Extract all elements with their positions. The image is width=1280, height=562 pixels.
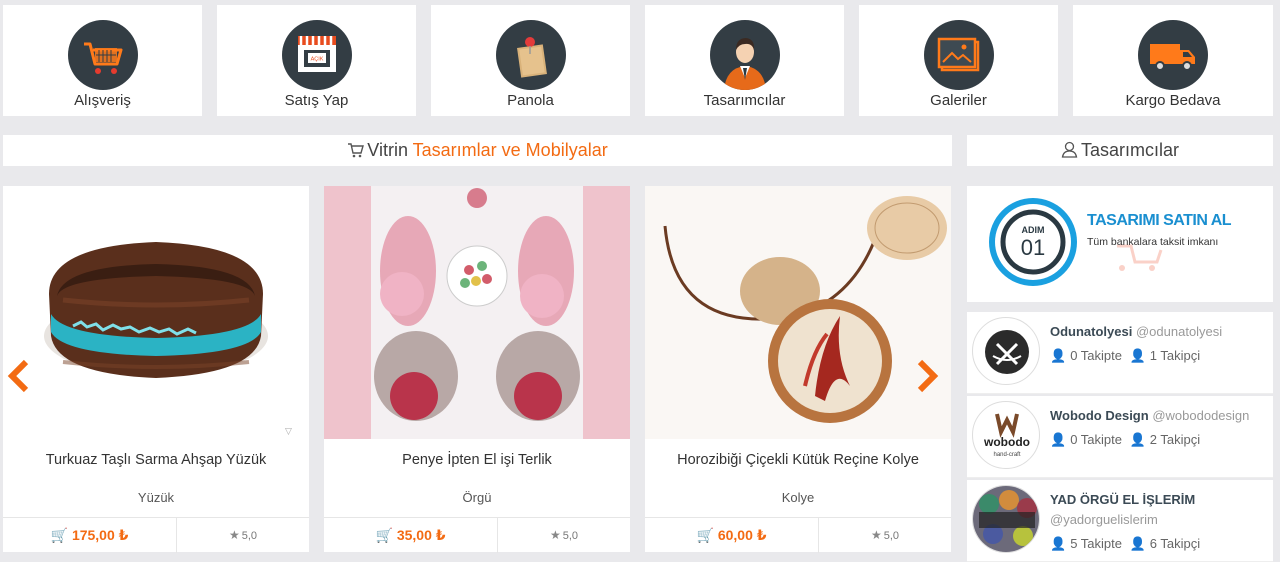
shop-sign-text: AÇIK bbox=[310, 57, 323, 63]
product-category[interactable]: Kolye bbox=[645, 490, 951, 505]
category-tile-kargo-bedava[interactable]: Kargo Bedava bbox=[1073, 5, 1273, 116]
designer-item[interactable]: YAD ÖRGÜ EL İŞLERİM @yadorguelislerim 👤 5… bbox=[967, 480, 1273, 562]
designer-stats: 👤 0 Takipte 👤 2 Takipçi bbox=[1050, 432, 1204, 448]
star-icon: ★ bbox=[228, 528, 240, 542]
price-value: 175,00 ₺ bbox=[71, 527, 129, 543]
user-icon: 👤 bbox=[1050, 348, 1067, 363]
product-title[interactable]: Horozibiği Çiçekli Kütük Reçine Kolye bbox=[645, 452, 951, 468]
user-icon: 👤 bbox=[1129, 348, 1146, 363]
product-category[interactable]: Örgü bbox=[324, 490, 630, 505]
product-card[interactable]: Penye İpten El işi Terlik Örgü 🛒 35,00 ₺… bbox=[324, 186, 630, 553]
designer-name[interactable]: Odunatolyesi @odunatolyesi bbox=[1050, 324, 1222, 339]
product-title[interactable]: Turkuaz Taşlı Sarma Ahşap Yüzük bbox=[3, 452, 309, 468]
rating-value: 5,0 bbox=[562, 530, 579, 542]
designer-avatar[interactable] bbox=[972, 317, 1040, 385]
user-icon: 👤 bbox=[1050, 536, 1067, 551]
product-image-ring[interactable]: ▽ bbox=[3, 186, 309, 439]
pinboard-icon bbox=[495, 20, 566, 90]
category-tile-panola[interactable]: Panola bbox=[431, 5, 630, 116]
following-count: 0 Takipte bbox=[1070, 348, 1122, 363]
category-label: Satış Yap bbox=[284, 92, 349, 109]
designer-stats: 👤 0 Takipte 👤 1 Takipçi bbox=[1050, 348, 1204, 364]
chevron-left-icon bbox=[7, 359, 29, 393]
following-count: 5 Takipte bbox=[1070, 536, 1122, 551]
category-label: Galeriler bbox=[930, 92, 987, 109]
showcase-header-accent: Tasarımlar ve Mobilyalar bbox=[412, 140, 608, 160]
product-price[interactable]: 🛒 60,00 ₺ bbox=[645, 518, 819, 553]
cart-outline-icon bbox=[347, 137, 365, 168]
cart-icon: 🛒 bbox=[696, 527, 714, 543]
product-price[interactable]: 🛒 175,00 ₺ bbox=[3, 518, 177, 553]
promo-banner[interactable]: ADIM 01 TASARIMI SATIN AL Tüm bankalara … bbox=[967, 186, 1273, 302]
designers-header-label: Tasarımcılar bbox=[1080, 140, 1179, 160]
designer-item[interactable]: wobodo hand-craft Wobodo Design @wobodod… bbox=[967, 396, 1273, 478]
star-icon: ★ bbox=[870, 528, 882, 542]
delivery-truck-icon bbox=[1138, 20, 1208, 90]
category-tile-galeriler[interactable]: Galeriler bbox=[859, 5, 1058, 116]
designer-name[interactable]: Wobodo Design @wobododesign bbox=[1050, 408, 1249, 423]
product-image-necklace[interactable] bbox=[645, 186, 951, 439]
product-rating: ★ 5,0 bbox=[498, 518, 630, 553]
carousel-prev-button[interactable] bbox=[4, 356, 34, 396]
carousel-next-button[interactable] bbox=[912, 356, 942, 396]
designer-handle: @yadorguelislerim bbox=[1050, 512, 1158, 527]
category-tile-tasarimcilar[interactable]: Tasarımcılar bbox=[645, 5, 844, 116]
wobodo-logo-text: wobodo bbox=[983, 435, 1030, 449]
designer-handle: @wobododesign bbox=[1152, 408, 1250, 423]
promo-title: TASARIMI SATIN AL bbox=[1087, 212, 1232, 229]
promo-subtitle: Tüm bankalara taksit imkanı bbox=[1087, 236, 1219, 248]
designers-header: Tasarımcılar bbox=[967, 135, 1273, 166]
designer-handle-line: @yadorguelislerim bbox=[1050, 512, 1162, 527]
user-outline-icon bbox=[1061, 137, 1078, 168]
follower-count: 1 Takipçi bbox=[1149, 348, 1201, 363]
cart-icon: 🛒 bbox=[375, 527, 393, 543]
star-icon: ★ bbox=[549, 528, 561, 542]
product-card[interactable]: Horozibiği Çiçekli Kütük Reçine Kolye Ko… bbox=[645, 186, 951, 553]
designer-name[interactable]: YAD ÖRGÜ EL İŞLERİM bbox=[1050, 492, 1195, 507]
rating-value: 5,0 bbox=[241, 530, 258, 542]
promo-step-label: ADIM bbox=[1021, 225, 1045, 235]
category-label: Alışveriş bbox=[74, 92, 131, 109]
svg-text:▽: ▽ bbox=[285, 427, 292, 437]
designer-person-icon bbox=[709, 20, 780, 90]
follower-count: 6 Takipçi bbox=[1149, 536, 1201, 551]
user-icon: 👤 bbox=[1129, 536, 1146, 551]
price-value: 35,00 ₺ bbox=[396, 527, 446, 543]
designer-item[interactable]: Odunatolyesi @odunatolyesi 👤 0 Takipte 👤 1… bbox=[967, 312, 1273, 394]
product-card[interactable]: ▽ Turkuaz Taşlı Sarma Ahşap Yüzük Yüzük … bbox=[3, 186, 309, 553]
shop-storefront-icon: AÇIK bbox=[281, 20, 352, 90]
category-label: Panola bbox=[507, 92, 554, 109]
product-rating: ★ 5,0 bbox=[819, 518, 951, 553]
product-category[interactable]: Yüzük bbox=[3, 490, 309, 505]
designer-avatar[interactable]: wobodo hand-craft bbox=[972, 401, 1040, 469]
user-icon: 👤 bbox=[1050, 432, 1067, 447]
follower-count: 2 Takipçi bbox=[1149, 432, 1201, 447]
designer-avatar[interactable] bbox=[972, 485, 1040, 553]
product-rating: ★ 5,0 bbox=[177, 518, 309, 553]
category-label: Kargo Bedava bbox=[1125, 92, 1221, 109]
promo-step-number: 01 bbox=[1020, 235, 1046, 260]
designer-handle: @odunatolyesi bbox=[1135, 324, 1223, 339]
chevron-right-icon bbox=[917, 359, 939, 393]
category-tile-alisveris[interactable]: Alışveriş bbox=[3, 5, 202, 116]
shopping-cart-icon bbox=[67, 20, 138, 90]
cart-icon: 🛒 bbox=[50, 527, 69, 543]
category-label: Tasarımcılar bbox=[703, 92, 786, 109]
wobodo-logo-sub: hand-craft bbox=[993, 452, 1020, 458]
product-image-slippers[interactable] bbox=[324, 186, 630, 439]
product-price[interactable]: 🛒 35,00 ₺ bbox=[324, 518, 498, 553]
showcase-header-prefix: Vitrin bbox=[367, 140, 408, 160]
following-count: 0 Takipte bbox=[1070, 432, 1122, 447]
gallery-icon bbox=[923, 20, 994, 90]
product-title[interactable]: Penye İpten El işi Terlik bbox=[324, 452, 630, 468]
user-icon: 👤 bbox=[1129, 432, 1146, 447]
price-value: 60,00 ₺ bbox=[717, 527, 767, 543]
category-tile-satis-yap[interactable]: AÇIK Satış Yap bbox=[217, 5, 416, 116]
rating-value: 5,0 bbox=[883, 530, 900, 542]
designer-stats: 👤 5 Takipte 👤 6 Takipçi bbox=[1050, 536, 1204, 552]
showcase-header: Vitrin Tasarımlar ve Mobilyalar bbox=[3, 135, 952, 166]
